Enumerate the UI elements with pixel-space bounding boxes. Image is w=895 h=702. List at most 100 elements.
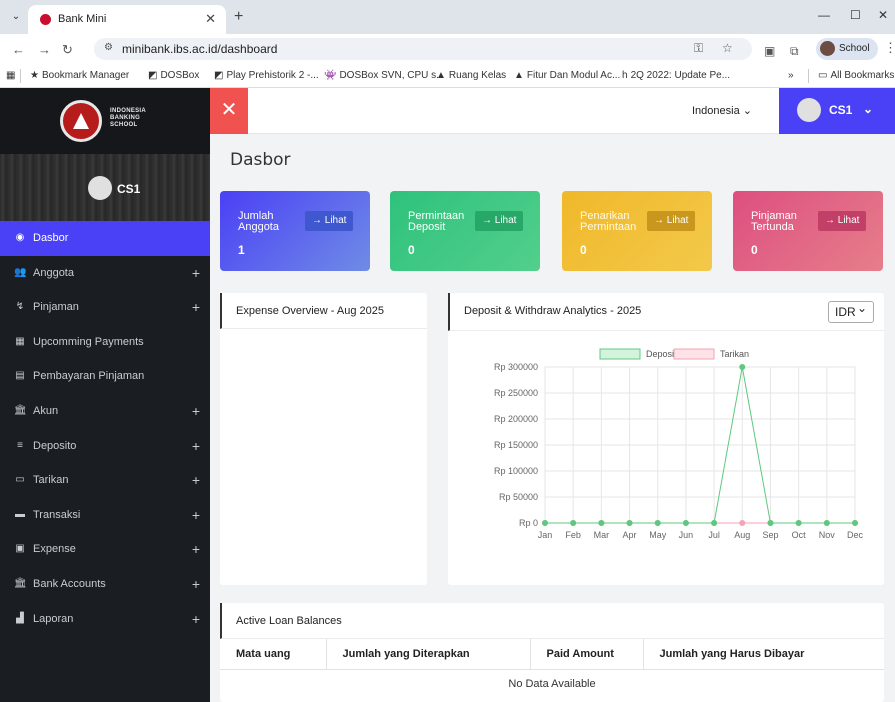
stat-value: 0 xyxy=(580,243,587,257)
key-icon[interactable]: ⚿ xyxy=(694,41,703,56)
brand[interactable]: INDONESIA BANKING SCHOOL xyxy=(0,88,210,154)
view-pending-loans-button[interactable]: → Lihat xyxy=(818,211,867,231)
invader-icon: 👾 xyxy=(324,70,337,81)
chevron-down-icon: ⌄ xyxy=(742,105,752,117)
forward-icon[interactable]: → xyxy=(38,42,51,57)
view-deposit-requests-button[interactable]: → Lihat xyxy=(475,211,524,231)
data-point-deposito xyxy=(823,520,830,526)
expand-plus-icon[interactable]: + xyxy=(192,611,200,627)
sidebar-item-expense[interactable]: ▣ Expense + xyxy=(0,532,210,567)
sidebar-item-pembayaran-pinjaman[interactable]: ▤ Pembayaran Pinjaman xyxy=(0,359,210,394)
stat-label: Permintaan Deposit xyxy=(408,210,465,233)
y-tick-label: Rp 100000 xyxy=(494,466,538,476)
tab-search-icon[interactable]: ⌄ xyxy=(8,9,24,25)
sidebar-item-label: Expense xyxy=(33,543,76,556)
omnibox[interactable]: ⚙ minibank.ibs.ac.id/dashboard ⚿ ☆ xyxy=(94,38,752,60)
brand-name: INDONESIA BANKING SCHOOL xyxy=(110,108,147,128)
user-name: CS1 xyxy=(829,103,853,117)
column-header[interactable]: Paid Amount xyxy=(530,639,644,670)
expand-plus-icon[interactable]: + xyxy=(192,299,200,315)
browser-tab[interactable]: Bank Mini ✕ xyxy=(28,5,226,34)
close-sidebar-button[interactable]: ✕ xyxy=(210,88,248,134)
data-point-deposito xyxy=(711,520,718,526)
legend-swatch-tarikan xyxy=(673,348,715,360)
expand-plus-icon[interactable]: + xyxy=(192,507,200,523)
expand-plus-icon[interactable]: + xyxy=(192,265,200,281)
apps-grid-icon[interactable]: ▦ xyxy=(6,70,15,81)
y-tick-label: Rp 200000 xyxy=(494,414,538,424)
x-tick-label: Nov xyxy=(819,530,836,540)
star-icon: ★ xyxy=(30,70,39,81)
view-members-button[interactable]: → Lihat xyxy=(305,211,354,231)
minimize-icon[interactable]: — xyxy=(818,8,830,22)
extension-icon[interactable]: ▣ xyxy=(764,44,775,58)
expand-plus-icon[interactable]: + xyxy=(192,403,200,419)
x-tick-label: Dec xyxy=(847,530,864,540)
credit-card-icon: ▭ xyxy=(15,474,25,486)
y-tick-label: Rp 250000 xyxy=(494,388,538,398)
avatar xyxy=(88,176,112,200)
legend-swatch-deposito xyxy=(599,348,641,360)
bank-icon: 🏛 xyxy=(14,404,27,416)
bookmark-item[interactable]: h 2Q 2022: Update Pe... xyxy=(622,70,730,81)
view-withdraw-requests-button[interactable]: → Lihat xyxy=(647,211,696,231)
bookmark-item[interactable]: ◩ DOSBox xyxy=(148,70,199,81)
column-header[interactable]: Mata uang xyxy=(220,639,327,670)
language-dropdown[interactable]: Indonesia ⌄ xyxy=(692,104,752,117)
new-tab-icon[interactable]: + xyxy=(234,8,243,26)
sidebar-item-bank-accounts[interactable]: 🏛 Bank Accounts + xyxy=(0,567,210,602)
expand-plus-icon[interactable]: + xyxy=(192,472,200,488)
sidebar-item-laporan[interactable]: ▟ Laporan + xyxy=(0,602,210,637)
profile-button[interactable]: School xyxy=(816,38,878,60)
main-content: Dasbor Jumlah Anggota → Lihat 1 Perminta… xyxy=(210,134,895,702)
bookmark-star-icon[interactable]: ☆ xyxy=(722,41,733,55)
all-bookmarks[interactable]: ▭ All Bookmarks xyxy=(818,70,894,81)
reload-icon[interactable]: ↻ xyxy=(62,42,73,58)
bookmarks-bar: ▦ ★ Bookmark Manager ◩ DOSBox ◩ Play Prehis… xyxy=(0,64,895,88)
bookmark-item[interactable]: ★ Bookmark Manager xyxy=(30,70,129,81)
bookmark-item[interactable]: ▲ Fitur Dan Modul Ac... xyxy=(514,70,620,81)
card-header: Deposit & Withdraw Analytics - 2025 IDR xyxy=(448,293,884,331)
sidebar-menu: ◉ Dasbor 👥 Anggota + ↯ Pinjaman + ▦ Upcomming Pay… xyxy=(0,221,210,636)
close-window-icon[interactable]: ✕ xyxy=(878,8,888,22)
sidebar-item-anggota[interactable]: 👥 Anggota + xyxy=(0,256,210,291)
sidebar-item-upcomming-payments[interactable]: ▦ Upcomming Payments xyxy=(0,325,210,360)
browser-menu-icon[interactable]: ⋮ xyxy=(884,40,895,56)
sidebar-item-label: Anggota xyxy=(33,266,74,279)
site-settings-icon[interactable]: ⚙ xyxy=(104,42,113,53)
users-icon: 👥 xyxy=(14,266,27,278)
bookmark-item[interactable]: ◩ Play Prehistorik 2 -... xyxy=(214,70,319,81)
data-point-deposito xyxy=(570,520,577,526)
sidebar-item-label: Deposito xyxy=(33,439,77,452)
data-point-deposito xyxy=(852,520,858,526)
sidebar-item-pinjaman[interactable]: ↯ Pinjaman + xyxy=(0,290,210,325)
sidebar-item-deposito[interactable]: ≡ Deposito + xyxy=(0,429,210,464)
expand-plus-icon[interactable]: + xyxy=(192,438,200,454)
user-menu[interactable]: CS1 ⌄ xyxy=(779,88,895,134)
extensions-puzzle-icon[interactable]: ⧉ xyxy=(790,44,799,59)
user-name: CS1 xyxy=(117,182,141,196)
expand-plus-icon[interactable]: + xyxy=(192,541,200,557)
close-tab-icon[interactable]: ✕ xyxy=(205,11,216,27)
sidebar-item-tarikan[interactable]: ▭ Tarikan + xyxy=(0,463,210,498)
column-header[interactable]: Jumlah yang Diterapkan xyxy=(326,639,531,670)
active-loans-card: Active Loan Balances Mata uang Jumlah ya… xyxy=(220,603,884,702)
folder-icon: ▭ xyxy=(818,70,828,81)
expand-plus-icon[interactable]: + xyxy=(192,576,200,592)
back-icon[interactable]: ← xyxy=(12,42,25,57)
sidebar-item-label: Upcomming Payments xyxy=(33,335,144,348)
divider xyxy=(808,69,809,83)
stat-card-deposit-requests: Permintaan Deposit → Lihat 0 xyxy=(390,191,540,271)
school-logo xyxy=(60,100,102,142)
sidebar-item-transaksi[interactable]: ▬ Transaksi + xyxy=(0,498,210,533)
bookmark-item[interactable]: 👾 DOSBox SVN, CPU s... xyxy=(324,70,444,81)
stat-value: 0 xyxy=(751,243,758,257)
column-header[interactable]: Jumlah yang Harus Dibayar xyxy=(643,639,884,670)
url-text[interactable]: minibank.ibs.ac.id/dashboard xyxy=(122,42,277,56)
more-bookmarks-icon[interactable]: » xyxy=(788,70,794,81)
currency-select[interactable]: IDR xyxy=(828,301,874,323)
maximize-icon[interactable]: ☐ xyxy=(850,8,861,22)
sidebar-item-dasbor[interactable]: ◉ Dasbor xyxy=(0,221,210,256)
bookmark-item[interactable]: ▲ Ruang Kelas xyxy=(436,70,506,81)
sidebar-item-akun[interactable]: 🏛 Akun + xyxy=(0,394,210,429)
